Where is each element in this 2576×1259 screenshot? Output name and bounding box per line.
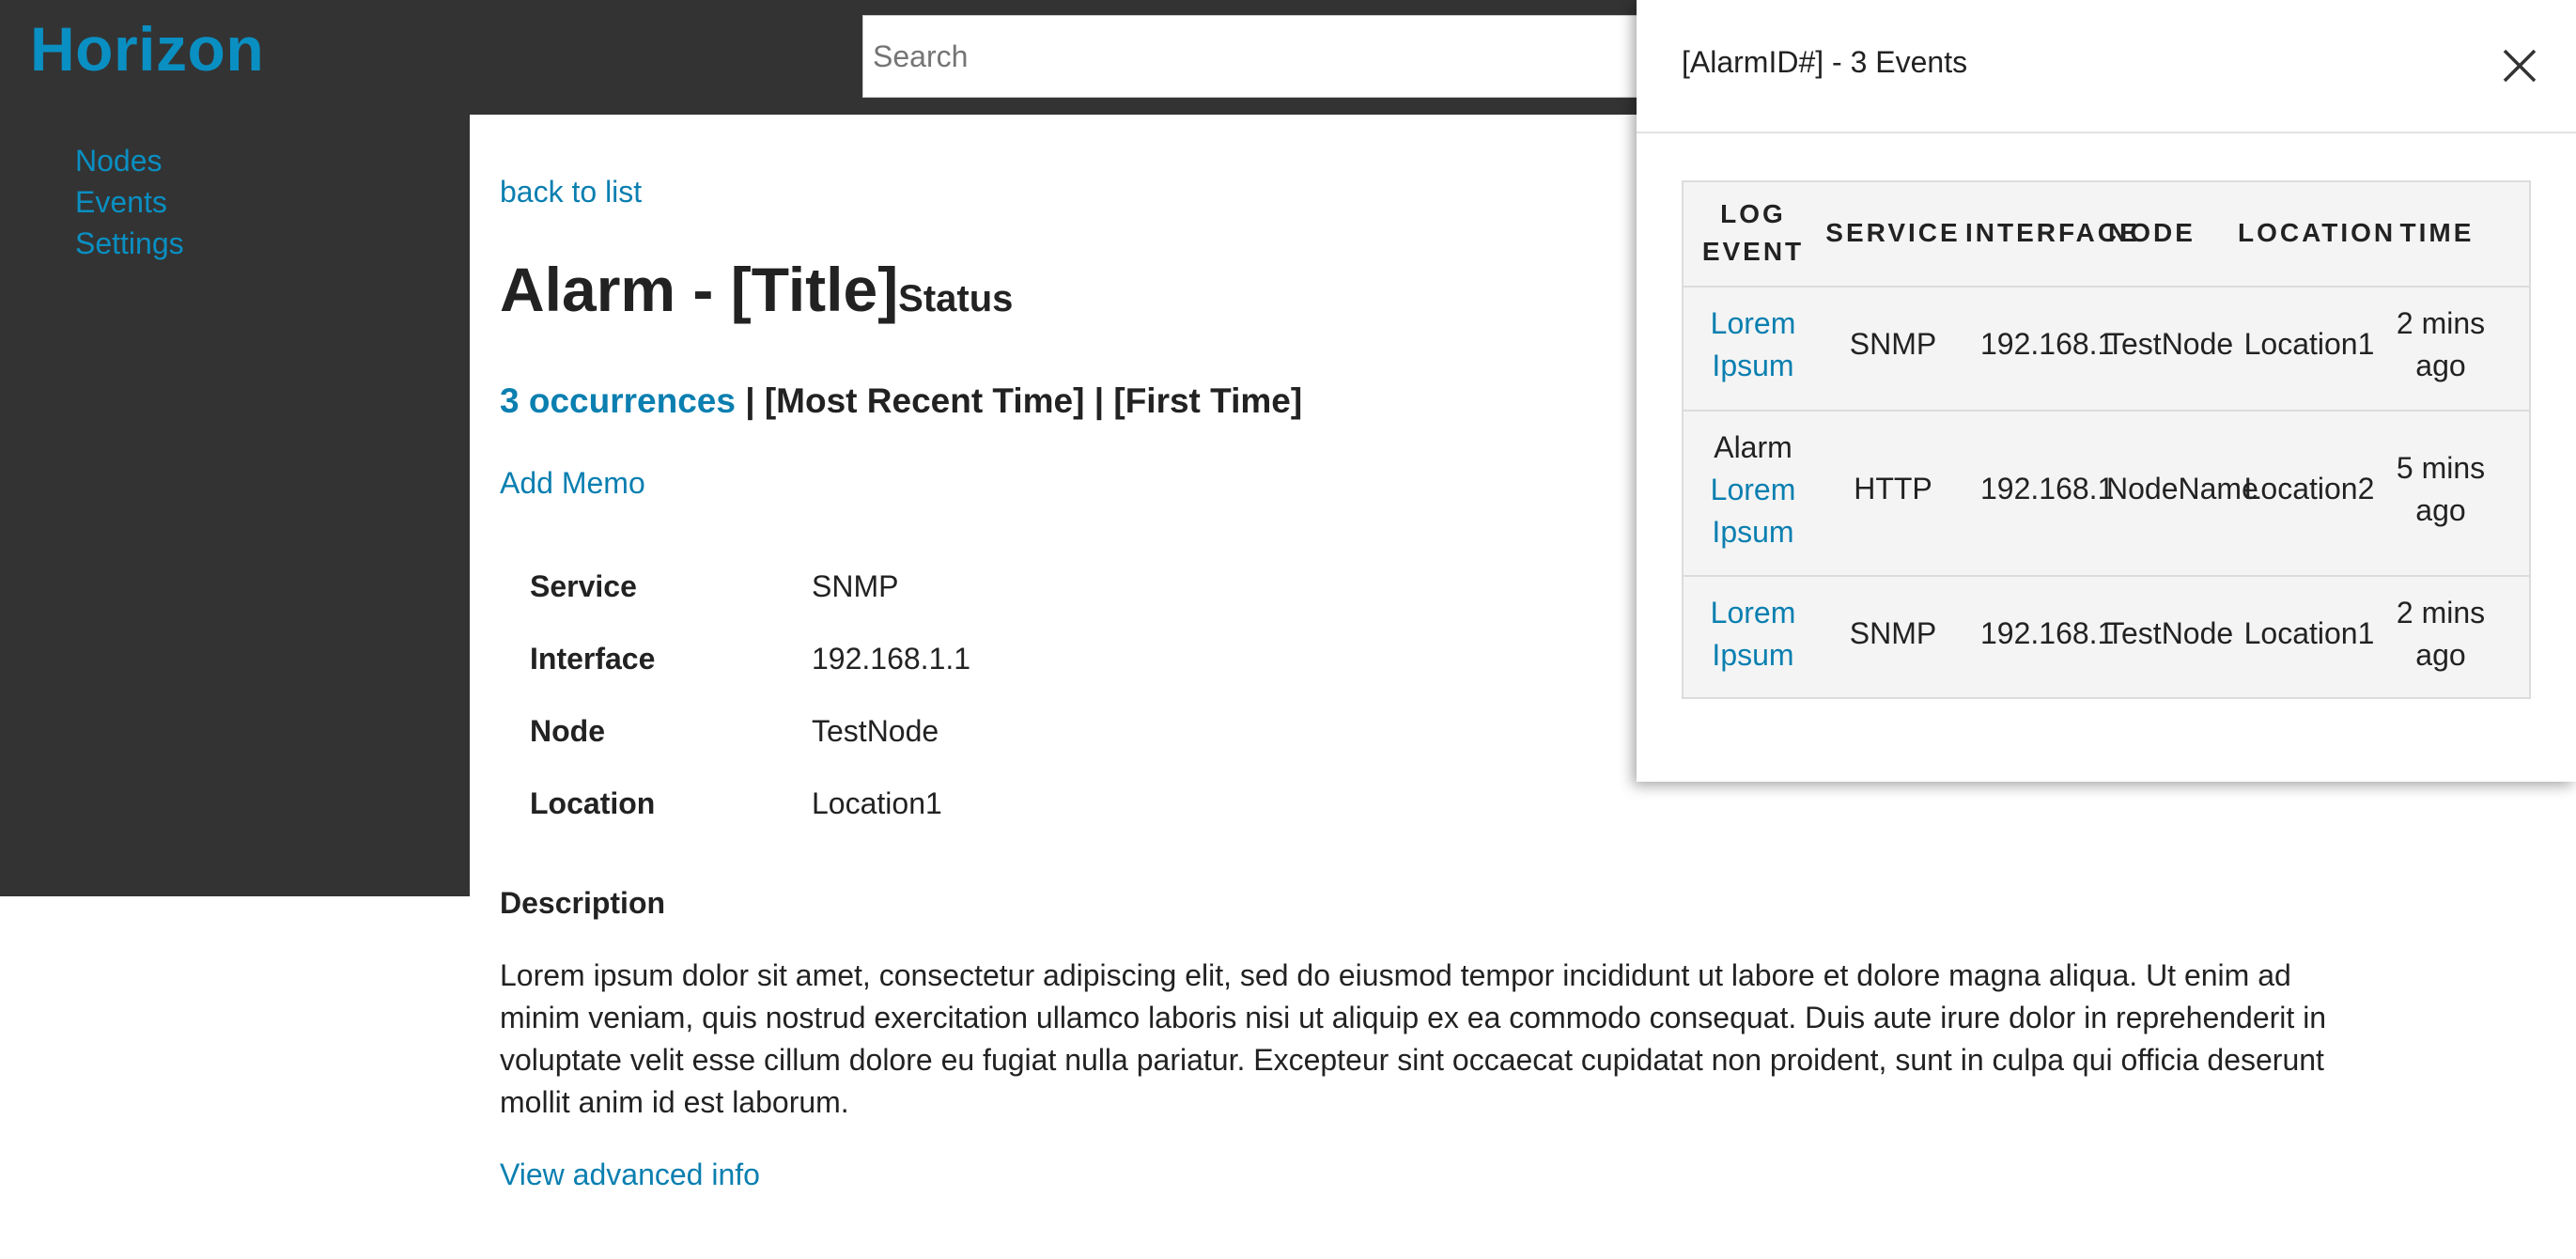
detail-value: Location1 xyxy=(812,786,942,820)
sidebar-item-settings[interactable]: Settings xyxy=(75,226,184,261)
time-cell: 2 mins ago xyxy=(2396,306,2486,382)
detail-value: SNMP xyxy=(812,569,899,603)
time-cell: 2 mins ago xyxy=(2396,596,2486,672)
detail-label: Service xyxy=(530,569,637,603)
first-time: [First Time] xyxy=(1113,381,1303,420)
sidebar-item-events[interactable]: Events xyxy=(75,185,167,220)
log-event-cell: Lorem Ipsum xyxy=(1710,306,1796,382)
column-header-interface[interactable]: INTERFACE xyxy=(1965,214,2137,252)
close-button[interactable] xyxy=(2497,43,2542,88)
status-label: Status xyxy=(898,278,1014,319)
separator: | xyxy=(745,381,755,420)
detail-label: Location xyxy=(530,786,656,820)
service-cell: HTTP xyxy=(1854,472,1932,505)
service-cell: SNMP xyxy=(1849,616,1937,650)
location-cell: Location2 xyxy=(2243,472,2375,505)
alarm-title: Alarm - [Title] xyxy=(500,255,899,324)
node-cell: NodeName xyxy=(2106,472,2258,505)
service-cell: SNMP xyxy=(1849,327,1937,361)
page-title: Alarm - [Title]Status xyxy=(500,254,1013,325)
log-event-cell: Alarm Lorem Ipsum xyxy=(1710,430,1796,549)
events-table: LOG EVENT SERVICE INTERFACE NODE LOCATIO… xyxy=(1682,180,2531,699)
node-cell: TestNode xyxy=(2106,327,2234,361)
column-header-node[interactable]: NODE xyxy=(2108,214,2238,252)
divider xyxy=(1684,410,2529,412)
detail-label: Interface xyxy=(530,642,656,676)
column-header-service[interactable]: SERVICE xyxy=(1823,214,1963,252)
time-cell: 5 mins ago xyxy=(2396,451,2486,527)
divider xyxy=(1684,286,2529,288)
column-header-time[interactable]: TIME xyxy=(2381,214,2493,252)
close-icon xyxy=(2503,49,2537,83)
sidebar: Nodes Events Settings xyxy=(0,115,470,896)
column-header-log-event[interactable]: LOG EVENT xyxy=(1684,195,1823,271)
detail-value: TestNode xyxy=(812,714,939,748)
occurrences-link[interactable]: 3 occurrences xyxy=(500,381,736,420)
interface-cell: 192.168.1.1 xyxy=(1980,472,2114,505)
drawer-title: [AlarmID#] - 3 Events xyxy=(1682,45,1968,79)
divider xyxy=(1684,575,2529,577)
app-logo[interactable]: Horizon xyxy=(30,13,264,85)
events-drawer: [AlarmID#] - 3 Events LOG EVENT SERVICE … xyxy=(1637,0,2576,782)
separator: | xyxy=(1094,381,1105,420)
description-text: Lorem ipsum dolor sit amet, consectetur … xyxy=(500,958,2327,1119)
column-header-location[interactable]: LOCATION xyxy=(2238,214,2393,252)
most-recent-time: [Most Recent Time] xyxy=(764,381,1085,420)
location-cell: Location1 xyxy=(2243,327,2375,361)
location-cell: Location1 xyxy=(2243,616,2375,650)
detail-value: 192.168.1.1 xyxy=(812,642,971,676)
description-heading: Description xyxy=(500,886,666,920)
interface-cell: 192.168.1.1 xyxy=(1980,327,2114,361)
interface-cell: 192.168.1.1 xyxy=(1980,616,2114,650)
log-event-cell: Lorem Ipsum xyxy=(1710,596,1796,672)
occurrence-summary: 3 occurrences | [Most Recent Time] | [Fi… xyxy=(500,381,1302,421)
detail-label: Node xyxy=(530,714,605,748)
divider xyxy=(1637,132,2576,133)
add-memo-link[interactable]: Add Memo xyxy=(500,466,645,501)
view-advanced-info-link[interactable]: View advanced info xyxy=(500,1158,760,1192)
sidebar-item-nodes[interactable]: Nodes xyxy=(75,144,163,179)
node-cell: TestNode xyxy=(2106,616,2234,650)
back-to-list-link[interactable]: back to list xyxy=(500,175,642,210)
